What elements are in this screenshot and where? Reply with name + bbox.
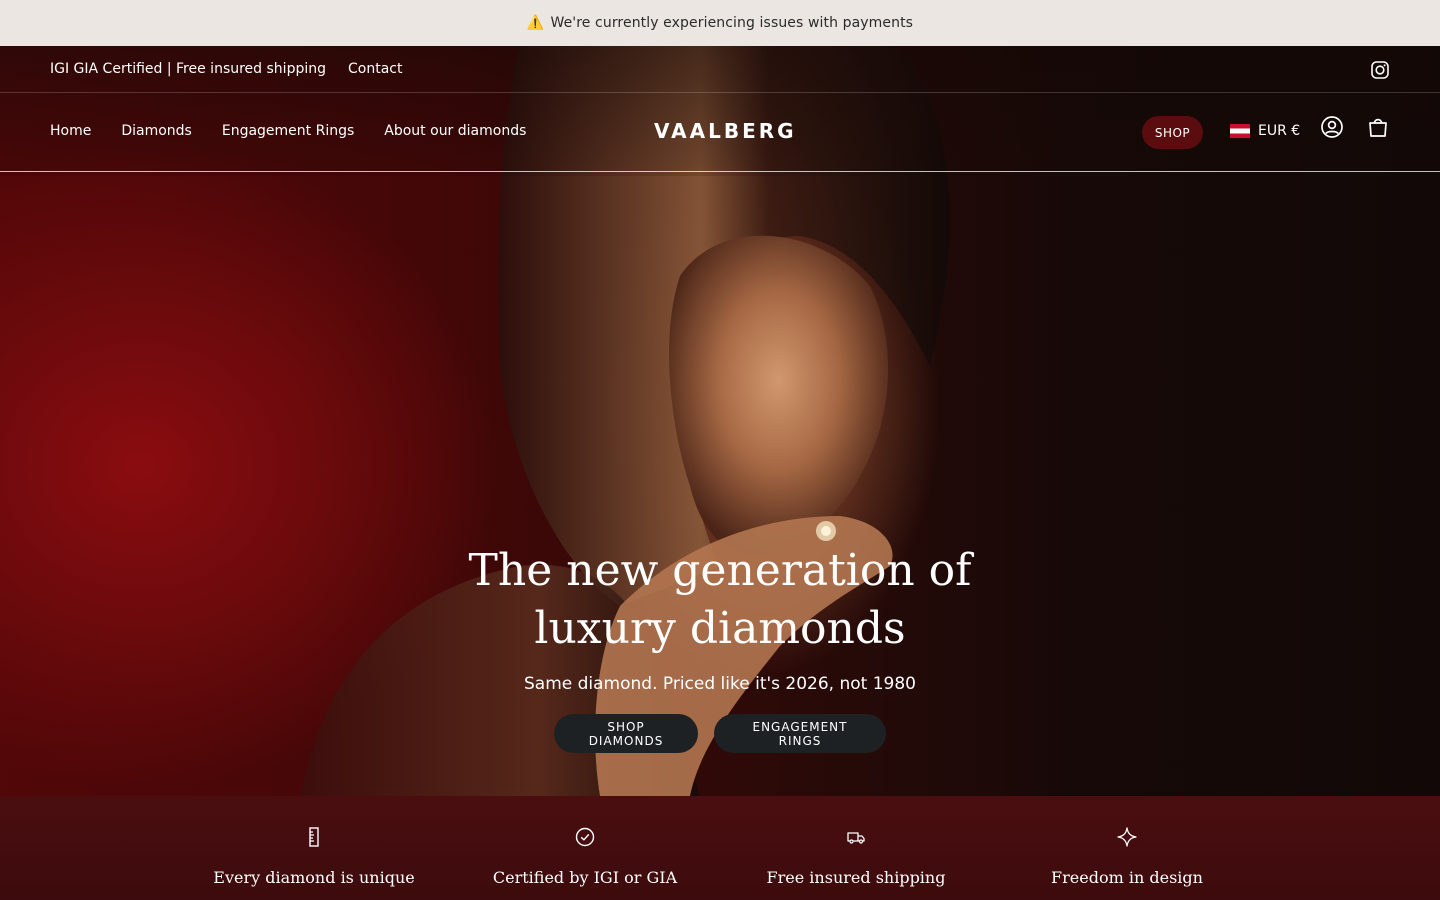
account-icon[interactable] bbox=[1320, 115, 1344, 139]
check-circle-icon bbox=[575, 827, 595, 847]
nav-about-diamonds[interactable]: About our diamonds bbox=[384, 123, 526, 139]
utility-bar: IGI GIA Certified | Free insured shippin… bbox=[0, 46, 1440, 93]
contact-link[interactable]: Contact bbox=[348, 61, 402, 77]
announcement-text: We're currently experiencing issues with… bbox=[550, 15, 914, 31]
instagram-icon[interactable] bbox=[1370, 60, 1390, 80]
currency-selector[interactable]: EUR € bbox=[1230, 123, 1300, 139]
ruler-icon bbox=[309, 827, 319, 847]
feature-label: Every diamond is unique bbox=[213, 868, 415, 887]
features-bar: Every diamond is unique Certified by IGI… bbox=[0, 796, 1440, 900]
feature-shipping: Free insured shipping bbox=[726, 826, 986, 887]
feature-design: Freedom in design bbox=[997, 826, 1257, 887]
feature-label: Certified by IGI or GIA bbox=[492, 868, 678, 887]
hero-title: The new generation of luxury diamonds bbox=[468, 545, 972, 654]
hero-subtitle: Same diamond. Priced like it's 2026, not… bbox=[523, 674, 916, 694]
hero-section: IGI GIA Certified | Free insured shippin… bbox=[0, 46, 1440, 796]
nav-home[interactable]: Home bbox=[50, 123, 91, 139]
nav-engagement-rings[interactable]: Engagement Rings bbox=[222, 123, 354, 139]
feature-label: Free insured shipping bbox=[766, 868, 946, 887]
main-navigation: Home Diamonds Engagement Rings About our… bbox=[0, 93, 1440, 172]
truck-icon bbox=[847, 832, 865, 844]
shop-button[interactable]: SHOP bbox=[1142, 116, 1203, 149]
austria-flag-icon bbox=[1230, 124, 1250, 138]
certified-shipping-link[interactable]: IGI GIA Certified | Free insured shippin… bbox=[50, 61, 326, 77]
sparkle-icon bbox=[1117, 827, 1137, 847]
engagement-rings-button[interactable]: ENGAGEMENT RINGS bbox=[714, 714, 886, 753]
nav-diamonds[interactable]: Diamonds bbox=[121, 123, 192, 139]
currency-label: EUR € bbox=[1258, 123, 1301, 139]
feature-certified: Certified by IGI or GIA bbox=[455, 826, 715, 887]
shop-diamonds-button[interactable]: SHOP DIAMONDS bbox=[554, 714, 698, 753]
feature-unique: Every diamond is unique bbox=[184, 826, 444, 887]
feature-label: Freedom in design bbox=[1051, 868, 1203, 887]
site-logo[interactable]: VAALBERG bbox=[654, 119, 797, 143]
announcement-bar: ⚠️ We're currently experiencing issues w… bbox=[0, 0, 1440, 46]
cart-icon[interactable] bbox=[1366, 115, 1390, 139]
warning-icon: ⚠️ bbox=[526, 15, 545, 31]
